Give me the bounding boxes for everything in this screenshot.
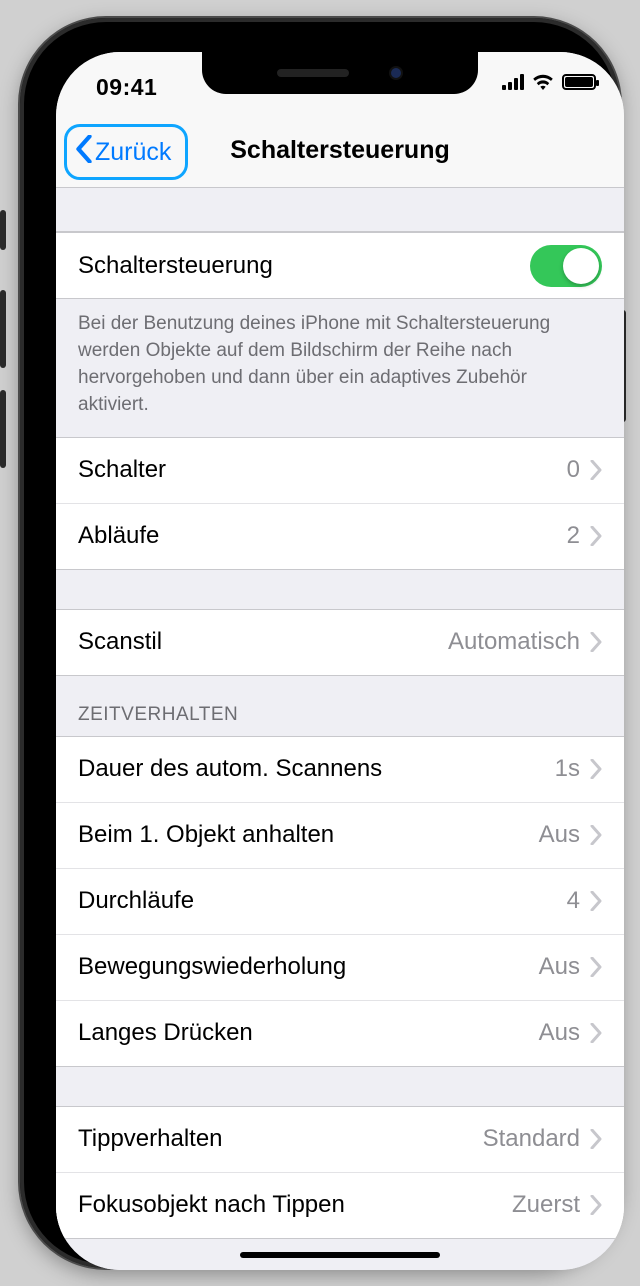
battery-icon	[562, 74, 596, 90]
cellular-icon	[502, 74, 524, 90]
row-value: Aus	[539, 953, 580, 981]
chevron-right-icon	[590, 957, 602, 977]
settings-content[interactable]: Schaltersteuerung Bei der Benutzung dein…	[56, 188, 624, 1270]
row-value: Automatisch	[448, 628, 580, 656]
chevron-right-icon	[590, 1195, 602, 1215]
row-value: 4	[567, 887, 580, 915]
toggle-switch[interactable]	[530, 245, 602, 287]
row-label: Abläufe	[78, 522, 159, 550]
row-value: Aus	[539, 1019, 580, 1047]
chevron-right-icon	[590, 825, 602, 845]
row-label: Bewegungswiederholung	[78, 953, 346, 981]
row-durchlaeufe[interactable]: Durchläufe 4	[56, 869, 624, 935]
chevron-right-icon	[590, 891, 602, 911]
row-value: Zuerst	[512, 1191, 580, 1219]
group-main-toggle: Schaltersteuerung	[56, 232, 624, 299]
row-value: Aus	[539, 821, 580, 849]
chevron-right-icon	[590, 632, 602, 652]
row-label: Langes Drücken	[78, 1019, 253, 1047]
row-label: Beim 1. Objekt anhalten	[78, 821, 334, 849]
speaker-grill	[277, 69, 349, 77]
chevron-right-icon	[590, 1023, 602, 1043]
row-langes-druecken[interactable]: Langes Drücken Aus	[56, 1001, 624, 1067]
row-value: 2	[567, 522, 580, 550]
row-value: 0	[567, 456, 580, 484]
row-value: Standard	[483, 1125, 580, 1153]
row-ablaeufe[interactable]: Abläufe 2	[56, 504, 624, 570]
wifi-icon	[532, 74, 554, 90]
row-label: Fokusobjekt nach Tippen	[78, 1191, 345, 1219]
chevron-right-icon	[590, 759, 602, 779]
nav-bar: Zurück Schaltersteuerung	[56, 114, 624, 188]
phone-frame: 09:41 Zurück Schaltersteuerung	[20, 18, 620, 1268]
status-icons	[502, 74, 596, 90]
row-label: Schalter	[78, 456, 166, 484]
row-label: Scanstil	[78, 628, 162, 656]
home-indicator[interactable]	[240, 1252, 440, 1258]
screen: 09:41 Zurück Schaltersteuerung	[56, 52, 624, 1270]
row-label: Durchläufe	[78, 887, 194, 915]
row-tippverhalten[interactable]: Tippverhalten Standard	[56, 1107, 624, 1173]
row-fokusobjekt-nach-tippen[interactable]: Fokusobjekt nach Tippen Zuerst	[56, 1173, 624, 1239]
page-title: Schaltersteuerung	[56, 136, 624, 165]
row-schalter[interactable]: Schalter 0	[56, 438, 624, 504]
group-footer-text: Bei der Benutzung deines iPhone mit Scha…	[56, 299, 624, 437]
group-scanstil: Scanstil Automatisch	[56, 610, 624, 676]
chevron-right-icon	[590, 1129, 602, 1149]
chevron-right-icon	[590, 526, 602, 546]
section-header-zeitverhalten: ZEITVERHALTEN	[56, 676, 624, 737]
front-camera	[389, 66, 403, 80]
row-label: Tippverhalten	[78, 1125, 223, 1153]
row-dauer-scannen[interactable]: Dauer des autom. Scannens 1s	[56, 737, 624, 803]
row-erstes-objekt-anhalten[interactable]: Beim 1. Objekt anhalten Aus	[56, 803, 624, 869]
chevron-right-icon	[590, 460, 602, 480]
row-value: 1s	[555, 755, 580, 783]
row-bewegungswiederholung[interactable]: Bewegungswiederholung Aus	[56, 935, 624, 1001]
group-schalter-ablaeufe: Schalter 0 Abläufe 2	[56, 437, 624, 570]
group-zeitverhalten: Dauer des autom. Scannens 1s Beim 1. Obj…	[56, 737, 624, 1067]
status-time: 09:41	[96, 74, 157, 101]
notch	[202, 52, 478, 94]
row-label: Dauer des autom. Scannens	[78, 755, 382, 783]
row-label: Schaltersteuerung	[78, 252, 273, 280]
row-scanstil[interactable]: Scanstil Automatisch	[56, 610, 624, 676]
row-schaltersteuerung-toggle[interactable]: Schaltersteuerung	[56, 233, 624, 299]
group-tippverhalten: Tippverhalten Standard Fokusobjekt nach …	[56, 1107, 624, 1239]
